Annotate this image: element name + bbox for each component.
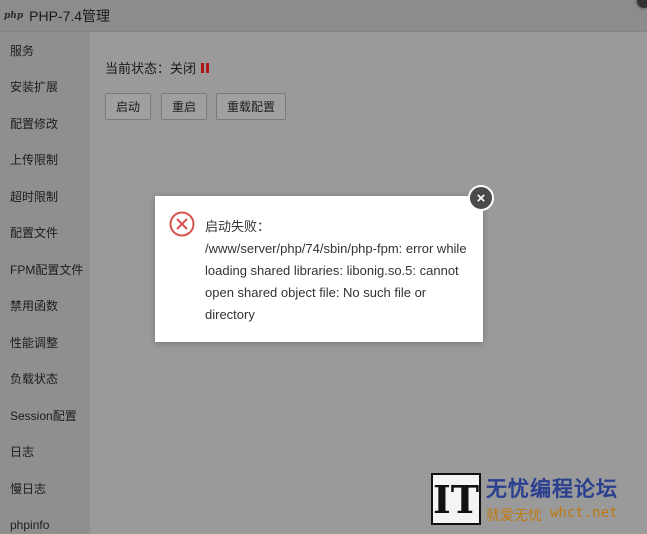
- watermark-url: whct.net: [550, 505, 618, 521]
- sidebar-item-timeout-limit[interactable]: 超时限制: [0, 178, 90, 215]
- watermark-tagline: 就爱无忧 whct.net: [486, 505, 618, 525]
- dialog-close-icon[interactable]: ×: [468, 185, 494, 211]
- sidebar-item-fpm-config[interactable]: FPM配置文件: [0, 251, 90, 288]
- sidebar-item-service[interactable]: 服务: [0, 32, 90, 69]
- sidebar-item-slow-log[interactable]: 慢日志: [0, 470, 90, 507]
- reload-config-button[interactable]: 重载配置: [216, 93, 287, 120]
- sidebar-item-phpinfo[interactable]: phpinfo: [0, 507, 90, 534]
- sidebar-item-log[interactable]: 日志: [0, 434, 90, 471]
- watermark-text: 无忧编程论坛 就爱无忧 whct.net: [486, 473, 618, 525]
- watermark-site-name: 无忧编程论坛: [486, 478, 618, 501]
- window-title: PHP-7.4管理: [29, 7, 111, 24]
- php-logo: php: [4, 10, 24, 21]
- title-bar: php PHP-7.4管理: [0, 0, 647, 32]
- stopped-icon: [201, 62, 210, 73]
- sidebar: 服务 安装扩展 配置修改 上传限制 超时限制 配置文件 FPM配置文件 禁用函数…: [0, 32, 90, 534]
- error-icon: [169, 211, 195, 237]
- error-title: 启动失败：: [205, 219, 271, 234]
- sidebar-item-performance[interactable]: 性能调整: [0, 324, 90, 361]
- sidebar-item-load-status[interactable]: 负载状态: [0, 361, 90, 398]
- start-button[interactable]: 启动: [105, 93, 152, 120]
- sidebar-item-install-extension[interactable]: 安装扩展: [0, 69, 90, 106]
- sidebar-item-upload-limit[interactable]: 上传限制: [0, 142, 90, 179]
- watermark: IT 无忧编程论坛 就爱无忧 whct.net: [431, 473, 636, 525]
- status-label: 当前状态：关闭: [105, 61, 197, 76]
- restart-button[interactable]: 重启: [161, 93, 208, 120]
- sidebar-item-session-config[interactable]: Session配置: [0, 397, 90, 434]
- sidebar-item-config-file[interactable]: 配置文件: [0, 215, 90, 252]
- error-dialog: 启动失败： /www/server/php/74/sbin/php-fpm: e…: [155, 196, 483, 342]
- watermark-logo: IT: [431, 473, 481, 525]
- error-detail: /www/server/php/74/sbin/php-fpm: error w…: [205, 241, 467, 322]
- service-status: 当前状态：关闭: [105, 58, 210, 77]
- error-message: 启动失败： /www/server/php/74/sbin/php-fpm: e…: [205, 216, 470, 326]
- sidebar-item-disabled-functions[interactable]: 禁用函数: [0, 288, 90, 325]
- sidebar-item-config-edit[interactable]: 配置修改: [0, 105, 90, 142]
- watermark-slogan: 就爱无忧: [486, 507, 542, 523]
